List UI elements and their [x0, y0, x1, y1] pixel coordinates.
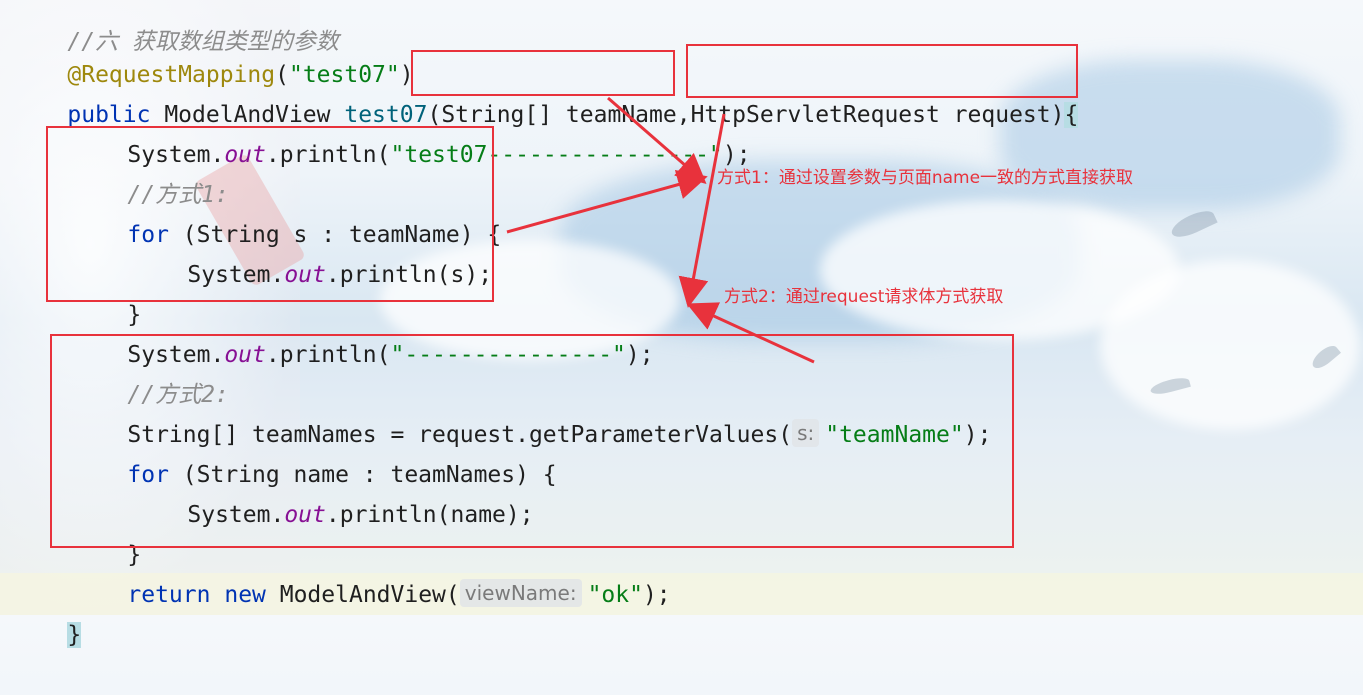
note-method2: 方式2：通过request请求体方式获取: [724, 287, 1004, 307]
arrow-request-to-note2: [678, 113, 726, 308]
note-method1: 方式1：通过设置参数与页面name一致的方式直接获取: [717, 168, 1134, 188]
arrow-param-to-note1: [607, 96, 707, 184]
callout-arrows: [506, 96, 815, 364]
matched-brace: }: [67, 622, 82, 648]
arrow-block1-to-note1: [506, 169, 708, 234]
arrow-block2-to-note2: [686, 302, 815, 364]
